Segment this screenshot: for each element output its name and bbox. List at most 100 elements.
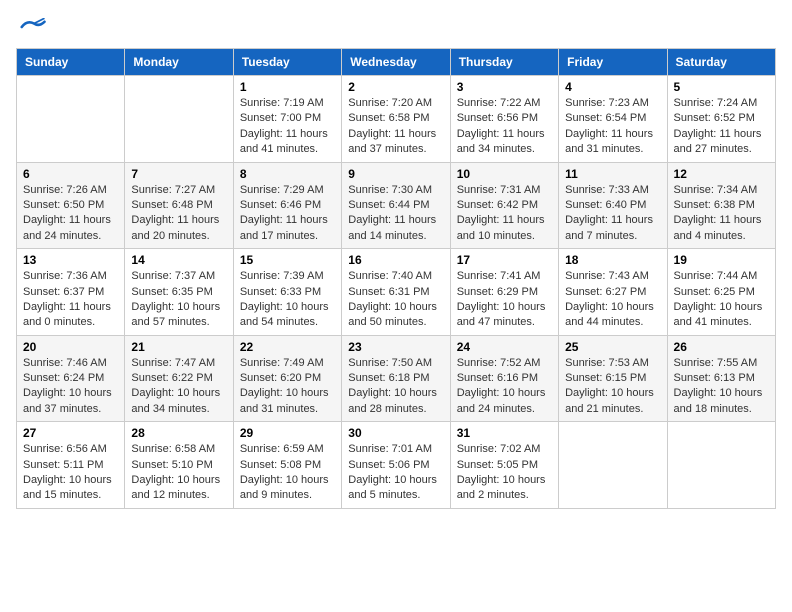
day-number: 3	[457, 80, 552, 94]
day-sunset: Sunset: 6:38 PM	[674, 199, 755, 211]
day-number: 21	[131, 340, 226, 354]
day-sunrise: Sunrise: 7:44 AM	[674, 270, 758, 282]
day-sunset: Sunset: 6:27 PM	[565, 286, 646, 298]
day-sunset: Sunset: 6:48 PM	[131, 199, 212, 211]
calendar-cell: 13 Sunrise: 7:36 AM Sunset: 6:37 PM Dayl…	[17, 249, 125, 336]
day-daylight: Daylight: 10 hours and 5 minutes.	[348, 474, 437, 501]
calendar-week-row: 6 Sunrise: 7:26 AM Sunset: 6:50 PM Dayli…	[17, 162, 776, 249]
day-sunrise: Sunrise: 7:23 AM	[565, 97, 649, 109]
calendar-cell: 11 Sunrise: 7:33 AM Sunset: 6:40 PM Dayl…	[559, 162, 667, 249]
day-number: 25	[565, 340, 660, 354]
day-sunrise: Sunrise: 7:19 AM	[240, 97, 324, 109]
calendar-day-header: Tuesday	[233, 49, 341, 76]
calendar-cell: 6 Sunrise: 7:26 AM Sunset: 6:50 PM Dayli…	[17, 162, 125, 249]
day-daylight: Daylight: 10 hours and 47 minutes.	[457, 301, 546, 328]
day-number: 22	[240, 340, 335, 354]
day-sunrise: Sunrise: 7:41 AM	[457, 270, 541, 282]
day-sunset: Sunset: 6:40 PM	[565, 199, 646, 211]
day-daylight: Daylight: 11 hours and 37 minutes.	[348, 128, 436, 155]
calendar-day-header: Wednesday	[342, 49, 450, 76]
day-sunrise: Sunrise: 7:53 AM	[565, 357, 649, 369]
day-sunrise: Sunrise: 7:24 AM	[674, 97, 758, 109]
calendar-day-header: Sunday	[17, 49, 125, 76]
day-sunset: Sunset: 6:29 PM	[457, 286, 538, 298]
calendar-cell: 8 Sunrise: 7:29 AM Sunset: 6:46 PM Dayli…	[233, 162, 341, 249]
day-sunrise: Sunrise: 7:37 AM	[131, 270, 215, 282]
calendar-cell	[559, 422, 667, 509]
day-sunrise: Sunrise: 7:50 AM	[348, 357, 432, 369]
day-number: 13	[23, 253, 118, 267]
day-sunrise: Sunrise: 7:34 AM	[674, 184, 758, 196]
day-sunset: Sunset: 6:16 PM	[457, 372, 538, 384]
day-sunset: Sunset: 5:05 PM	[457, 459, 538, 471]
day-sunrise: Sunrise: 7:33 AM	[565, 184, 649, 196]
day-sunset: Sunset: 5:06 PM	[348, 459, 429, 471]
day-daylight: Daylight: 10 hours and 12 minutes.	[131, 474, 220, 501]
day-number: 15	[240, 253, 335, 267]
day-sunset: Sunset: 5:11 PM	[23, 459, 104, 471]
day-daylight: Daylight: 10 hours and 54 minutes.	[240, 301, 329, 328]
calendar-cell: 10 Sunrise: 7:31 AM Sunset: 6:42 PM Dayl…	[450, 162, 558, 249]
day-number: 5	[674, 80, 769, 94]
day-sunrise: Sunrise: 7:29 AM	[240, 184, 324, 196]
logo-text-block	[16, 16, 48, 36]
day-sunset: Sunset: 6:33 PM	[240, 286, 321, 298]
day-sunrise: Sunrise: 7:46 AM	[23, 357, 107, 369]
day-daylight: Daylight: 10 hours and 18 minutes.	[674, 387, 763, 414]
calendar-cell	[667, 422, 775, 509]
day-sunset: Sunset: 6:58 PM	[348, 112, 429, 124]
day-sunset: Sunset: 6:24 PM	[23, 372, 104, 384]
day-daylight: Daylight: 10 hours and 24 minutes.	[457, 387, 546, 414]
day-number: 28	[131, 426, 226, 440]
calendar-cell: 2 Sunrise: 7:20 AM Sunset: 6:58 PM Dayli…	[342, 76, 450, 163]
day-number: 11	[565, 167, 660, 181]
day-sunset: Sunset: 6:50 PM	[23, 199, 104, 211]
day-daylight: Daylight: 10 hours and 50 minutes.	[348, 301, 437, 328]
day-sunrise: Sunrise: 6:59 AM	[240, 443, 324, 455]
day-daylight: Daylight: 10 hours and 41 minutes.	[674, 301, 763, 328]
day-number: 8	[240, 167, 335, 181]
day-sunset: Sunset: 6:42 PM	[457, 199, 538, 211]
calendar-cell: 24 Sunrise: 7:52 AM Sunset: 6:16 PM Dayl…	[450, 335, 558, 422]
calendar-cell: 4 Sunrise: 7:23 AM Sunset: 6:54 PM Dayli…	[559, 76, 667, 163]
calendar-cell: 5 Sunrise: 7:24 AM Sunset: 6:52 PM Dayli…	[667, 76, 775, 163]
day-daylight: Daylight: 10 hours and 31 minutes.	[240, 387, 329, 414]
day-number: 31	[457, 426, 552, 440]
day-sunset: Sunset: 6:20 PM	[240, 372, 321, 384]
day-sunrise: Sunrise: 7:43 AM	[565, 270, 649, 282]
calendar-week-row: 20 Sunrise: 7:46 AM Sunset: 6:24 PM Dayl…	[17, 335, 776, 422]
day-sunrise: Sunrise: 7:49 AM	[240, 357, 324, 369]
calendar-cell: 7 Sunrise: 7:27 AM Sunset: 6:48 PM Dayli…	[125, 162, 233, 249]
calendar-cell: 19 Sunrise: 7:44 AM Sunset: 6:25 PM Dayl…	[667, 249, 775, 336]
calendar-day-header: Friday	[559, 49, 667, 76]
day-daylight: Daylight: 11 hours and 17 minutes.	[240, 214, 328, 241]
day-number: 12	[674, 167, 769, 181]
day-sunrise: Sunrise: 7:02 AM	[457, 443, 541, 455]
day-sunrise: Sunrise: 7:36 AM	[23, 270, 107, 282]
day-sunrise: Sunrise: 7:20 AM	[348, 97, 432, 109]
calendar-header-row: SundayMondayTuesdayWednesdayThursdayFrid…	[17, 49, 776, 76]
day-daylight: Daylight: 10 hours and 15 minutes.	[23, 474, 112, 501]
day-sunset: Sunset: 6:54 PM	[565, 112, 646, 124]
day-sunset: Sunset: 6:15 PM	[565, 372, 646, 384]
calendar-cell: 1 Sunrise: 7:19 AM Sunset: 7:00 PM Dayli…	[233, 76, 341, 163]
day-sunrise: Sunrise: 7:40 AM	[348, 270, 432, 282]
calendar-cell: 21 Sunrise: 7:47 AM Sunset: 6:22 PM Dayl…	[125, 335, 233, 422]
day-sunset: Sunset: 6:44 PM	[348, 199, 429, 211]
day-number: 16	[348, 253, 443, 267]
calendar-cell: 27 Sunrise: 6:56 AM Sunset: 5:11 PM Dayl…	[17, 422, 125, 509]
day-sunrise: Sunrise: 6:56 AM	[23, 443, 107, 455]
calendar-cell	[17, 76, 125, 163]
day-number: 1	[240, 80, 335, 94]
day-number: 2	[348, 80, 443, 94]
day-number: 18	[565, 253, 660, 267]
day-number: 19	[674, 253, 769, 267]
day-number: 29	[240, 426, 335, 440]
calendar-cell: 31 Sunrise: 7:02 AM Sunset: 5:05 PM Dayl…	[450, 422, 558, 509]
day-daylight: Daylight: 11 hours and 27 minutes.	[674, 128, 762, 155]
calendar-week-row: 27 Sunrise: 6:56 AM Sunset: 5:11 PM Dayl…	[17, 422, 776, 509]
day-daylight: Daylight: 11 hours and 4 minutes.	[674, 214, 762, 241]
calendar-day-header: Monday	[125, 49, 233, 76]
day-daylight: Daylight: 11 hours and 24 minutes.	[23, 214, 111, 241]
day-sunset: Sunset: 6:52 PM	[674, 112, 755, 124]
